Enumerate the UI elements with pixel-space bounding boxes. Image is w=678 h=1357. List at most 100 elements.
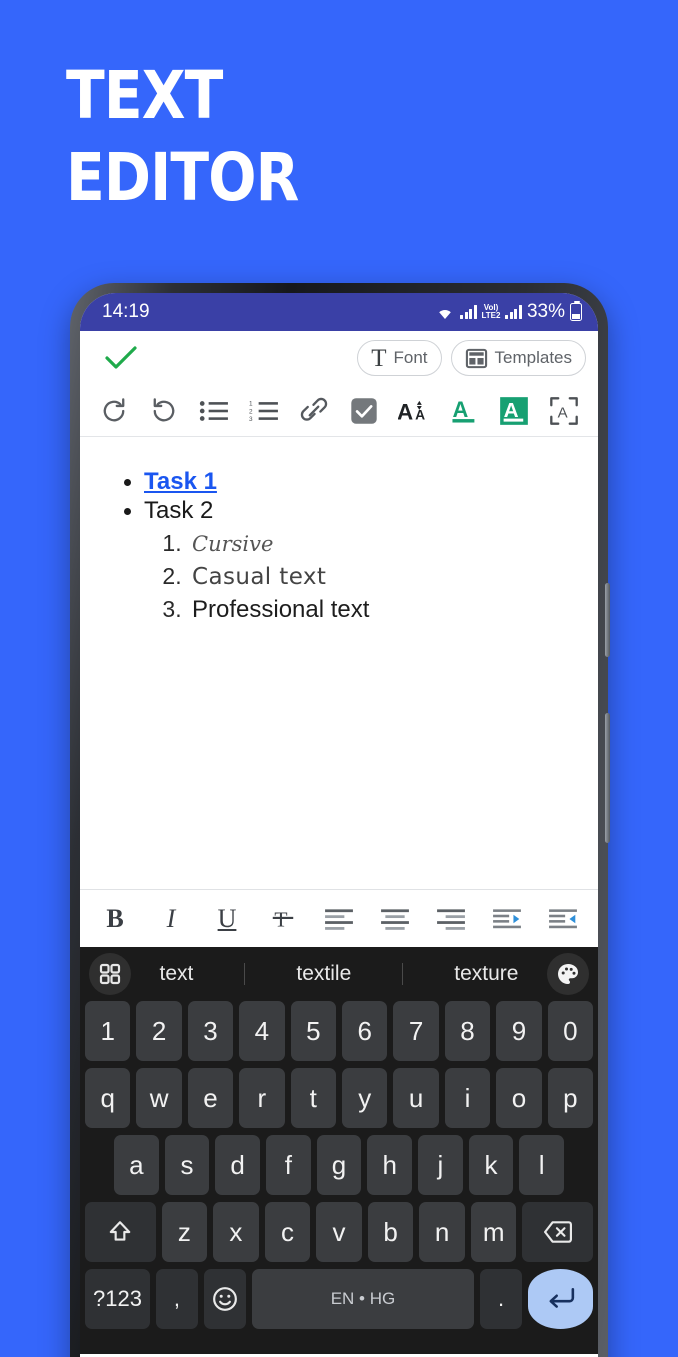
list-item[interactable]: Cursive: [188, 527, 576, 560]
key-n[interactable]: n: [419, 1202, 465, 1262]
templates-button-label: Templates: [494, 348, 572, 367]
highlight-color-icon[interactable]: A: [494, 391, 534, 431]
key-3[interactable]: 3: [187, 1001, 234, 1061]
key-m[interactable]: m: [470, 1202, 517, 1262]
checkbox-icon[interactable]: [344, 391, 384, 431]
key-4[interactable]: 4: [239, 1001, 285, 1061]
key-5[interactable]: 5: [290, 1001, 336, 1061]
promo-heading: TEXT EDITOR: [66, 55, 546, 219]
task-1-link[interactable]: Task 1: [144, 468, 217, 495]
key-6[interactable]: 6: [342, 1001, 388, 1061]
key-x[interactable]: x: [213, 1202, 259, 1262]
key-a[interactable]: a: [113, 1135, 159, 1195]
phone-power-button[interactable]: [605, 713, 610, 843]
key-w[interactable]: w: [136, 1068, 182, 1128]
key-k[interactable]: k: [468, 1135, 514, 1195]
indent-increase-icon[interactable]: [486, 898, 528, 940]
key-e[interactable]: e: [187, 1068, 234, 1128]
comma-key[interactable]: ,: [155, 1269, 198, 1329]
phone-screen: 14:19 Vol) LTE2 33% T Font Templates 1 2…: [80, 293, 598, 1357]
keyboard-row-function: ?123 , EN • HG .: [80, 1269, 598, 1329]
signal-bars-icon: [460, 305, 477, 319]
key-b[interactable]: b: [367, 1202, 414, 1262]
key-2[interactable]: 2: [136, 1001, 182, 1061]
keyboard-row-numbers: 1 2 3 4 5 6 7 8 9 0: [80, 1001, 598, 1061]
phone-volume-button[interactable]: [605, 583, 610, 657]
status-indicators: Vol) LTE2 33%: [435, 300, 582, 323]
key-g[interactable]: g: [316, 1135, 362, 1195]
suggestion-3[interactable]: texture: [448, 962, 524, 986]
key-h[interactable]: h: [367, 1135, 413, 1195]
align-left-icon[interactable]: [318, 898, 360, 940]
key-r[interactable]: r: [239, 1068, 285, 1128]
font-button[interactable]: T Font: [357, 340, 442, 376]
key-z[interactable]: z: [161, 1202, 208, 1262]
key-o[interactable]: o: [496, 1068, 542, 1128]
promo-screenshot: TEXT EDITOR 14:19 Vol) LTE2 33% T Font T…: [0, 0, 678, 1357]
list-item[interactable]: Task 2: [144, 496, 576, 525]
key-f[interactable]: f: [266, 1135, 311, 1195]
shift-icon[interactable]: [85, 1202, 156, 1262]
suggestion-words: text textile texture: [131, 962, 547, 986]
key-y[interactable]: y: [342, 1068, 388, 1128]
confirm-check-button[interactable]: [102, 339, 140, 377]
key-8[interactable]: 8: [444, 1001, 491, 1061]
emoji-icon[interactable]: [203, 1269, 246, 1329]
casual-sample-text: Casual text: [192, 564, 327, 590]
enter-icon[interactable]: [528, 1269, 594, 1329]
format-toolbar: 123 AA A A A: [80, 385, 598, 437]
key-j[interactable]: j: [418, 1135, 463, 1195]
list-item[interactable]: Casual text: [188, 560, 576, 593]
align-center-icon[interactable]: [374, 898, 416, 940]
bottom-format-toolbar: B I U T: [80, 889, 598, 947]
status-time: 14:19: [102, 301, 150, 322]
underline-icon[interactable]: U: [206, 898, 248, 940]
bold-icon[interactable]: B: [94, 898, 136, 940]
key-u[interactable]: u: [393, 1068, 439, 1128]
indent-decrease-icon[interactable]: [542, 898, 584, 940]
palette-icon[interactable]: [547, 953, 589, 995]
key-9[interactable]: 9: [496, 1001, 542, 1061]
period-key[interactable]: .: [480, 1269, 523, 1329]
fullscreen-text-icon[interactable]: A: [544, 391, 584, 431]
symbols-key[interactable]: ?123: [85, 1269, 150, 1329]
redo-icon[interactable]: [94, 391, 134, 431]
key-p[interactable]: p: [547, 1068, 594, 1128]
suggestion-1[interactable]: text: [154, 962, 200, 986]
key-q[interactable]: q: [84, 1068, 131, 1128]
backspace-icon[interactable]: [522, 1202, 594, 1262]
key-t[interactable]: t: [290, 1068, 336, 1128]
key-0[interactable]: 0: [547, 1001, 594, 1061]
text-color-icon[interactable]: A: [444, 391, 484, 431]
undo-icon[interactable]: [144, 391, 184, 431]
bulleted-list-icon[interactable]: [194, 391, 234, 431]
key-v[interactable]: v: [316, 1202, 362, 1262]
suggestion-2[interactable]: textile: [290, 962, 357, 986]
promo-line-2: EDITOR: [66, 139, 299, 216]
key-c[interactable]: c: [264, 1202, 311, 1262]
signal-bars-2-icon: [505, 305, 522, 319]
font-button-label: Font: [393, 348, 428, 367]
font-size-icon[interactable]: AA: [394, 391, 434, 431]
strikethrough-icon[interactable]: T: [262, 898, 304, 940]
key-s[interactable]: s: [164, 1135, 210, 1195]
phone-frame: 14:19 Vol) LTE2 33% T Font Templates 1 2…: [70, 283, 610, 1357]
wifi-icon: [435, 305, 455, 320]
align-right-icon[interactable]: [430, 898, 472, 940]
key-d[interactable]: d: [215, 1135, 260, 1195]
space-key[interactable]: EN • HG: [251, 1269, 475, 1329]
templates-button[interactable]: Templates: [450, 340, 586, 376]
italic-icon[interactable]: I: [150, 898, 192, 940]
numbered-list-icon[interactable]: 123: [244, 391, 284, 431]
link-icon[interactable]: [294, 391, 334, 431]
apps-grid-icon[interactable]: [89, 953, 131, 995]
keyboard-row-bottom: z x c v b n m: [80, 1202, 598, 1262]
document-body[interactable]: Task 1 Task 2 Cursive Casual text Profes…: [80, 437, 598, 889]
list-item[interactable]: Task 1: [144, 467, 576, 496]
key-1[interactable]: 1: [84, 1001, 131, 1061]
svg-text:A: A: [398, 399, 413, 424]
key-l[interactable]: l: [519, 1135, 565, 1195]
key-7[interactable]: 7: [393, 1001, 439, 1061]
list-item[interactable]: Professional text: [188, 593, 576, 626]
key-i[interactable]: i: [444, 1068, 491, 1128]
